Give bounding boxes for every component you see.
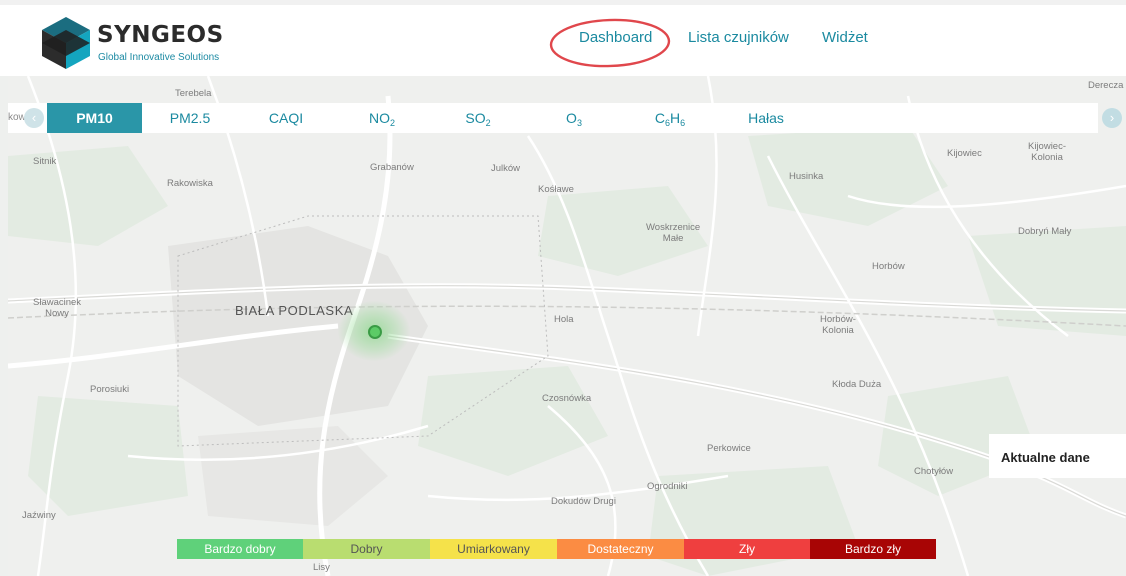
place-label: Terebela [175, 88, 212, 99]
place-label: Dokudów Drugi [551, 496, 616, 507]
place-label: Sitnik [33, 156, 57, 167]
tab-no2[interactable]: NO2 [334, 103, 430, 133]
place-label: Czosnówka [542, 393, 592, 404]
city-label: BIAŁA PODLASKA [235, 303, 354, 318]
tab-pm10[interactable]: PM10 [47, 103, 142, 133]
tab-label: O [566, 110, 577, 126]
tab-subscript: 3 [576, 118, 582, 128]
place-label: Kośławe [538, 184, 574, 195]
place-label: Derecza [1088, 80, 1124, 91]
place-label: Dobryń Mały [1018, 226, 1072, 237]
place-label: Rakowiska [167, 178, 213, 189]
place-label: Sławacinek Nowy [33, 297, 82, 319]
legend-moderate: Umiarkowany [430, 539, 557, 559]
tab-label: Hałas [748, 110, 784, 126]
tab-subscript: 2 [389, 118, 395, 128]
panel-title: Aktualne dane [1001, 450, 1090, 465]
legend-good: Dobry [303, 539, 430, 559]
tab-label: CAQI [268, 110, 304, 126]
place-label: Kijowiec- Kolonia [1028, 141, 1067, 163]
legend-bad: Zły [684, 539, 810, 559]
tab-pm25[interactable]: PM2.5 [142, 103, 238, 133]
legend-sufficient: Dostateczny [557, 539, 684, 559]
legend-very-bad: Bardzo zły [810, 539, 936, 559]
sensor-marker[interactable] [368, 325, 382, 339]
air-quality-legend: Bardzo dobry Dobry Umiarkowany Dostatecz… [177, 539, 936, 559]
place-label: Jaźwiny [22, 510, 56, 521]
tab-c6h6[interactable]: C6H6 [622, 103, 718, 133]
nav-dashboard[interactable]: Dashboard [579, 29, 652, 46]
place-label: Porosiuki [90, 384, 130, 395]
place-label: Hola [554, 314, 574, 325]
pollutant-tabs: kowce PM10 PM2.5 CAQI NO2 SO2 O3 C6H6 Ha… [8, 103, 1098, 133]
place-label: Husinka [789, 171, 824, 182]
current-data-panel[interactable]: Aktualne dane [989, 434, 1126, 478]
place-label: Chotyłów [914, 466, 954, 477]
tab-label: PM2.5 [169, 110, 211, 126]
tab-caqi[interactable]: CAQI [238, 103, 334, 133]
tab-o3[interactable]: O3 [526, 103, 622, 133]
tab-label: C [654, 110, 665, 126]
place-label: Woskrzenice Małe [646, 222, 701, 244]
tab-noise[interactable]: Hałas [718, 103, 814, 133]
tab-subscript: 2 [485, 118, 491, 128]
place-label: Julków [491, 163, 521, 174]
place-label: Kijowiec [947, 148, 982, 159]
tab-label: SO [465, 110, 486, 126]
chevron-left-icon[interactable]: ‹ [24, 108, 44, 128]
map-view[interactable]: Derecza Terebela Sitnik Rakowiska Graban… [8, 76, 1126, 576]
place-label: Lisy [313, 562, 330, 573]
tab-so2[interactable]: SO2 [430, 103, 526, 133]
main-nav: Dashboard Lista czujników Widżet [0, 18, 1126, 68]
tab-label: NO [368, 110, 390, 126]
nav-widget[interactable]: Widżet [822, 29, 868, 46]
chevron-right-icon[interactable]: › [1102, 108, 1122, 128]
place-label: Ogrodniki [647, 481, 688, 492]
app-header: SYNGEOS Global Innovative Solutions Dash… [0, 0, 1126, 76]
tab-subscript: 6 [680, 118, 686, 128]
tab-label: H [670, 110, 681, 126]
legend-very-good: Bardzo dobry [177, 539, 303, 559]
tab-label: PM10 [76, 110, 113, 126]
place-label: Kłoda Duża [832, 379, 882, 390]
place-label: Horbów [872, 261, 905, 272]
place-label: Grabanów [370, 162, 414, 173]
nav-sensor-list[interactable]: Lista czujników [688, 29, 789, 46]
place-label: Horbów- Kolonia [820, 314, 856, 336]
place-label: Perkowice [707, 443, 751, 454]
